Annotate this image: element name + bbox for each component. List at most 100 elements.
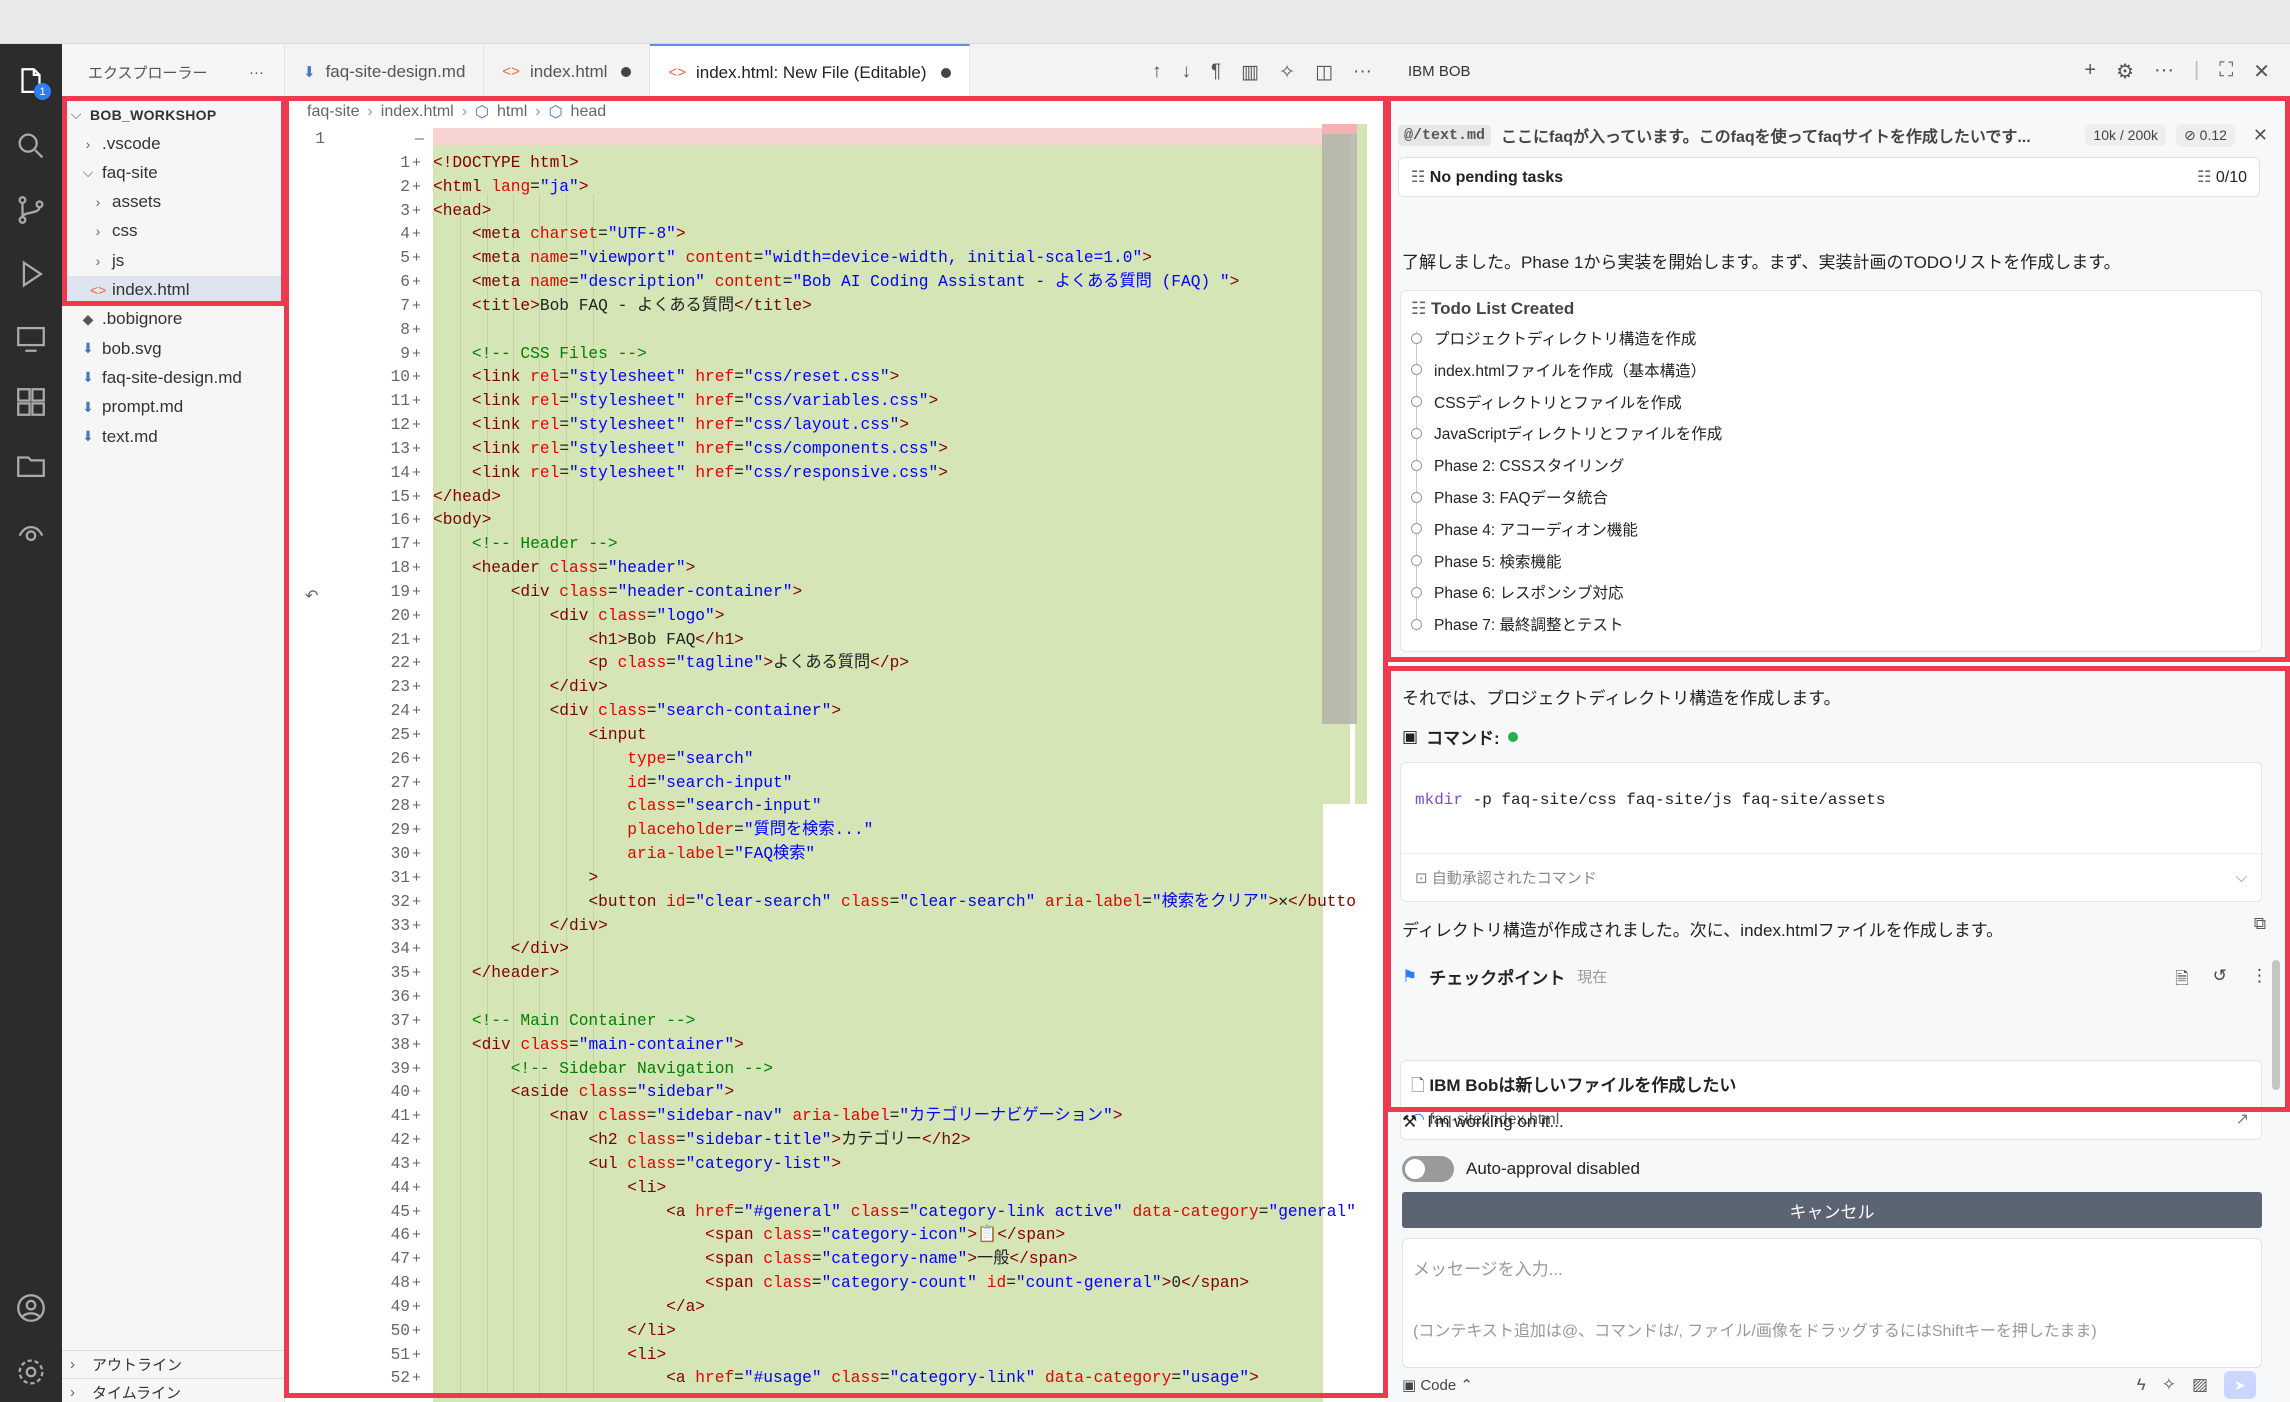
code-token: <li> xyxy=(627,1345,667,1364)
editor-tab[interactable]: <> index.html xyxy=(484,44,651,99)
pending-tasks-bar[interactable]: ☷ No pending tasks ☷ 0/10 xyxy=(1398,157,2260,197)
code-editor[interactable]: 1 — 1 +2 +3 +4 +5 +6 +7 +8 +9 +10 +11 +12 +13 +14 +15 +… xyxy=(285,124,1386,1402)
message-input[interactable]: メッセージを入力... (コンテキスト追加は@、コマンドは/, ファイル/画像を… xyxy=(1402,1238,2262,1368)
settings-icon[interactable]: ⚙ xyxy=(2116,59,2134,84)
code-token: class xyxy=(627,1131,676,1150)
open-preview-icon[interactable]: ▥ xyxy=(1241,61,1259,84)
code-line: <link rel="stylesheet" href="css/respons… xyxy=(433,462,948,486)
task-header: @/text.md ここにfaqが入っています。このfaqを使ってfaqサイトを… xyxy=(1398,110,2268,160)
line-number: 12 xyxy=(390,416,410,435)
working-status: ⚒ I'm working on it... xyxy=(1402,1112,1564,1132)
tree-item[interactable]: › assets xyxy=(62,188,284,217)
code-token: <head> xyxy=(433,201,492,220)
auto-approval-toggle[interactable] xyxy=(1402,1156,1454,1182)
explorer-more-button[interactable]: ··· xyxy=(249,64,264,81)
source-control-icon[interactable] xyxy=(11,190,51,230)
code-line: > xyxy=(433,867,598,891)
code-token: class xyxy=(850,1202,900,1221)
tree-item-label: faq-site-design.md xyxy=(102,367,242,387)
tree-item[interactable]: › css xyxy=(62,217,284,246)
html-icon: <> xyxy=(668,64,686,81)
todo-status-circle-icon xyxy=(1411,586,1422,598)
explorer-header: エクスプローラー ··· xyxy=(62,44,284,100)
editor-tab[interactable]: <> index.html: New File (Editable) xyxy=(650,44,970,99)
undo-icon[interactable]: ↶ xyxy=(305,586,318,606)
deleted-line-marker: — xyxy=(415,131,425,148)
tree-item[interactable]: ⬇ text.md xyxy=(62,422,284,451)
restore-icon[interactable]: ↺ xyxy=(2213,966,2227,995)
workspace-root[interactable]: ⌵ BOB_WORKSHOP xyxy=(62,100,284,129)
added-line-marker: + xyxy=(412,226,422,244)
tree-item[interactable]: ⬇ faq-site-design.md xyxy=(62,363,284,392)
open-external-icon[interactable]: ↗ xyxy=(2236,1109,2249,1129)
more-icon[interactable]: ··· xyxy=(2154,59,2174,84)
maximize-icon[interactable]: ⛶ xyxy=(2219,59,2233,84)
code-token: > xyxy=(1249,1369,1259,1388)
previous-change-icon[interactable]: ↑ xyxy=(1152,61,1162,83)
code-token: "stylesheet" xyxy=(569,368,686,387)
code-area[interactable]: <!DOCTYPE html> <html lang="ja"> <head> <m… xyxy=(433,124,1386,1402)
tree-item[interactable]: ⬇ bob.svg xyxy=(62,334,284,363)
settings-gear-icon[interactable] xyxy=(11,1352,51,1392)
next-change-icon[interactable]: ↓ xyxy=(1181,61,1191,83)
added-line-marker: + xyxy=(412,512,422,530)
panel-scrollbar[interactable] xyxy=(2272,960,2280,1090)
code-token: <input xyxy=(588,725,647,744)
close-icon[interactable]: ✕ xyxy=(2253,59,2270,84)
code-token: </title> xyxy=(734,296,812,315)
chevron-right-icon: › xyxy=(85,135,91,152)
breadcrumb-item[interactable]: faq-site xyxy=(307,103,359,121)
more-actions-icon[interactable]: ··· xyxy=(1353,61,1372,83)
copy-icon[interactable]: ⧉ xyxy=(2254,914,2266,934)
whitespace-icon[interactable]: ¶ xyxy=(1211,61,1221,83)
more-vertical-icon[interactable]: ⋮ xyxy=(2251,966,2268,995)
tab-label: index.html xyxy=(529,61,608,81)
tree-item[interactable]: › .vscode xyxy=(62,129,284,158)
lightning-icon[interactable]: ϟ xyxy=(2137,1375,2146,1395)
remote-explorer-icon[interactable] xyxy=(11,318,51,358)
sparkle-icon[interactable]: ✧ xyxy=(2162,1375,2176,1395)
search-icon[interactable] xyxy=(11,126,51,166)
mode-selector[interactable]: ▣ Code ⌃ xyxy=(1402,1376,1473,1394)
tree-item[interactable]: ⌵ faq-site xyxy=(62,158,284,187)
send-button[interactable]: ➤ xyxy=(2224,1371,2256,1399)
close-task-icon[interactable]: ✕ xyxy=(2253,125,2268,146)
explorer-icon[interactable]: 1 xyxy=(11,62,51,102)
cancel-button[interactable]: キャンセル xyxy=(1402,1192,2262,1228)
editor-tab[interactable]: ⬇ faq-site-design.md xyxy=(285,44,485,99)
tree-item[interactable]: <> index.html xyxy=(62,275,284,305)
image-icon[interactable]: ▨ xyxy=(2192,1375,2208,1395)
tree-item[interactable]: ◆ .bobignore xyxy=(62,305,284,334)
code-line: <nav class="sidebar-nav" aria-label="カテゴ… xyxy=(433,1105,1123,1129)
timeline-section[interactable]: › タイムライン xyxy=(62,1378,284,1402)
unsaved-dot-icon[interactable] xyxy=(940,67,951,78)
outline-section[interactable]: › アウトライン xyxy=(62,1350,284,1378)
split-editor-icon[interactable]: ◫ xyxy=(1315,61,1333,84)
breadcrumb-item[interactable]: html xyxy=(497,103,527,121)
account-icon[interactable] xyxy=(11,1288,51,1328)
code-token: id xyxy=(986,1274,1007,1292)
todo-item: Phase 3: FAQデータ統合 xyxy=(1411,486,1608,508)
todo-item: Phase 6: レスポンシブ対応 xyxy=(1411,581,1624,603)
minimap-slider[interactable] xyxy=(1322,124,1357,724)
extensions-icon[interactable] xyxy=(11,382,51,422)
unsaved-dot-icon[interactable] xyxy=(621,66,632,77)
auto-approved-row[interactable]: ⊡ 自動承認されたコマンド ⌵ xyxy=(1401,853,2261,901)
view-diff-icon[interactable]: 🗎 xyxy=(2175,966,2189,995)
checklist-icon: ☷ xyxy=(2197,169,2216,186)
run-debug-icon[interactable] xyxy=(11,254,51,294)
magic-wand-icon[interactable]: ✧ xyxy=(1279,61,1295,84)
bob-icon[interactable] xyxy=(11,510,51,550)
breadcrumb-item[interactable]: head xyxy=(571,103,607,121)
element-icon: ⬡ xyxy=(548,104,563,121)
context-chip[interactable]: @/text.md xyxy=(1398,124,1492,146)
tree-item[interactable]: › js xyxy=(62,246,284,275)
new-chat-icon[interactable]: + xyxy=(2084,59,2096,84)
breadcrumb-item[interactable]: index.html xyxy=(381,103,454,121)
tree-item[interactable]: ⬇ prompt.md xyxy=(62,393,284,422)
task-prompt: ここにfaqが入っています。このfaqを使ってfaqサイトを作成したいです... xyxy=(1501,129,2031,146)
folder-icon[interactable] xyxy=(11,446,51,486)
